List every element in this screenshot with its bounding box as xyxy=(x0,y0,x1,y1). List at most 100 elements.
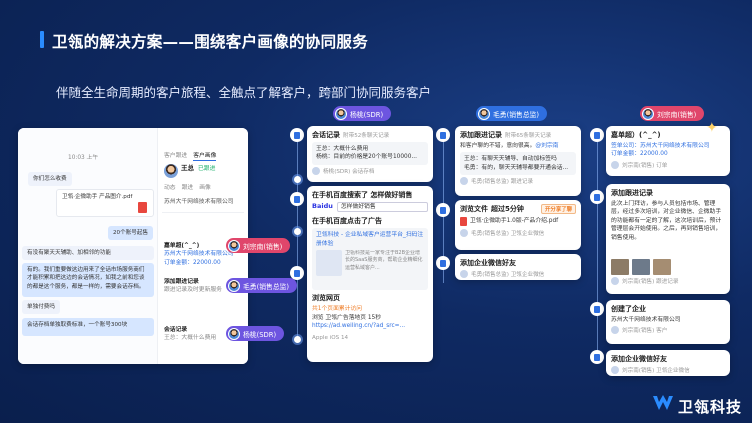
timeline-dot xyxy=(294,176,301,183)
order-icon xyxy=(590,128,604,142)
title-accent-bar xyxy=(40,31,44,48)
chat-msg-pricing[interactable]: 你们怎么收费 xyxy=(28,172,72,187)
card-title: 嘉单超）(^_^) xyxy=(611,131,661,139)
company-name: 苏州大千网络技术有限公司 xyxy=(164,199,234,205)
card-title: 创建了企业 xyxy=(611,305,646,313)
card-add-follow-director[interactable]: 添加跟进记录 附带65条聊天记录 和客户聊的不错，意向很高。@刘宗南 王总：有聊天… xyxy=(455,126,581,196)
company-name: 苏州大千网络技术有限公司 xyxy=(611,317,681,323)
confetti-icon: ✦ xyxy=(706,120,718,136)
chat-preview-line: 杨桃：目前的价格是20个账号10000... xyxy=(316,154,417,161)
card-meta: 附带65条聊天记录 xyxy=(505,133,552,139)
chat-msg-answer[interactable]: 有的。我们重要做这边用来了全话市场服务商们才能积累和把这边的会话情况，如我之前和… xyxy=(22,263,154,297)
profile-divider xyxy=(162,212,244,213)
card-subtitle: 浏览网页 xyxy=(312,294,340,303)
chat-msg-accounts[interactable]: 20个账号起售 xyxy=(108,226,154,241)
avatar xyxy=(460,270,468,278)
card-title: 添加跟进记录 xyxy=(611,189,653,197)
avatar xyxy=(611,366,619,374)
avatar xyxy=(460,177,468,186)
avatar xyxy=(460,229,468,237)
avatar-icon xyxy=(228,279,240,292)
card-view-file[interactable]: 浏览文件 超过5分钟 开分享了聊 卫瓴·企微助手1.0版-产品介绍.pdf 毛勇(销… xyxy=(455,200,581,250)
avatar xyxy=(611,277,619,285)
avatar-icon xyxy=(228,239,240,252)
avatar-icon xyxy=(478,107,490,120)
timeline-dot xyxy=(294,228,301,235)
profile-subtabs: 动态 跟进 画像 xyxy=(164,184,211,192)
chat-msg-fee-answer[interactable]: 会话存档单独取费标准，一个账号300块 xyxy=(22,318,154,336)
card-footer: 杨桃(SDR) 会话存档 xyxy=(323,168,375,175)
avatar xyxy=(611,160,619,169)
chat-preview: 王总：有聊天天辅导、自动加标签吗 毛勇：有的，聊天天辅导都要开通会话... xyxy=(460,152,576,176)
card-add-wechat-director[interactable]: 添加企业微信好友 毛勇(销售总监) 卫瓴企业微信 xyxy=(455,254,581,280)
order-amount: 订单金额：22000.00 xyxy=(611,151,668,158)
note-icon xyxy=(590,190,604,204)
pill-label: 杨桃(SDR) xyxy=(243,330,277,339)
photo-row xyxy=(611,259,725,275)
tab-follow[interactable]: 客户跟进 xyxy=(164,152,187,161)
chat-msg-feature-question[interactable]: 有没有聚天天辅助、加相邻的功能 xyxy=(22,246,154,261)
card-add-follow-sales[interactable]: 添加跟进记录 此次上门拜访，参与人员包括市场、管理层，经过多次培训，对企业微信、… xyxy=(606,184,730,294)
follow-text: 和客户聊的不错，意向很高。 xyxy=(460,143,536,149)
chat-msg-file[interactable]: 卫瓴·企微助手 产品图介.pdf xyxy=(56,189,154,217)
subtab-activity[interactable]: 动态 xyxy=(164,184,176,192)
pill-label: 刘宗南(销售) xyxy=(657,110,697,119)
pdf-icon xyxy=(138,202,147,213)
subtab-portrait[interactable]: 画像 xyxy=(199,184,211,192)
pill-yangtao-header: 杨桃(SDR) xyxy=(333,106,392,121)
card-create-company[interactable]: 创建了企业 苏州大千网络技术有限公司 刘宗南(销售) 客户 xyxy=(606,300,730,344)
avatar-icon xyxy=(642,107,654,120)
pill-liuzongnan-header: 刘宗南(销售) xyxy=(640,106,705,121)
page-visit: 浏览 卫瓴广告落地页 15秒 xyxy=(312,314,382,321)
pill-label: 毛勇(销售总监) xyxy=(243,282,290,291)
file-row[interactable]: 卫瓴·企微助手1.0版-产品介绍.pdf xyxy=(460,217,576,226)
card-subtitle: 在手机百度点击了广告 xyxy=(312,217,382,226)
card-title: 添加企业微信好友 xyxy=(460,259,516,267)
pill-label: 刘宗南(销售) xyxy=(243,242,283,251)
subtab-follow[interactable]: 跟进 xyxy=(182,184,194,192)
card-add-wechat-sales[interactable]: 添加企业微信好友 刘宗南(销售) 卫瓴企业微信 xyxy=(606,350,730,376)
brand-name: 卫瓴科技 xyxy=(678,398,743,416)
photo[interactable] xyxy=(611,259,629,275)
chat-preview-line: 毛勇：有的，聊天天辅导都要开通会话... xyxy=(464,164,569,171)
contact-tag: 已跟进 xyxy=(198,166,216,172)
pill-label: 杨桃(SDR) xyxy=(350,110,384,119)
chat-preview-line: 王总：有聊天天辅导、自动加标签吗 xyxy=(464,156,557,163)
avatar xyxy=(312,166,320,175)
chat-icon xyxy=(290,128,304,142)
timeline-line-sdr xyxy=(297,133,298,338)
mention[interactable]: @刘宗南 xyxy=(535,143,558,149)
card-title: 添加跟进记录 xyxy=(460,131,502,139)
pill-yangtao-left: 杨桃(SDR) xyxy=(226,326,285,341)
avatar xyxy=(164,164,178,178)
search-icon xyxy=(290,192,304,206)
chat-msg-separate-fee[interactable]: 单独付费吗 xyxy=(22,300,60,315)
search-query: 怎样做好销售 xyxy=(336,202,428,213)
wechat-icon xyxy=(436,256,450,270)
card-footer: 刘宗南(销售) 跟进记录 xyxy=(622,279,679,285)
baidu-logo: Baidu xyxy=(312,202,333,211)
avatar xyxy=(611,326,619,335)
card-footer: Apple iOS 14 xyxy=(312,334,349,341)
tab-profile[interactable]: 客户画像 xyxy=(193,152,217,162)
wechat-icon xyxy=(590,350,604,364)
ad-title: 卫瓴科技 - 企业私域客户运营平台_扫码注册体验 xyxy=(316,232,424,247)
page-link[interactable]: https://ad.weiling.cn/?ad_src=... xyxy=(312,322,428,330)
timeline-dot xyxy=(294,336,301,343)
ad-icon xyxy=(290,266,304,280)
photo[interactable] xyxy=(632,259,650,275)
card-footer: 毛勇(销售总监) 卫瓴企业微信 xyxy=(471,272,545,278)
timeline-line-sales xyxy=(597,133,598,358)
chat-pane: 10:03 上午 你们怎么收费 卫瓴·企微助手 产品图介.pdf 20个账号起售… xyxy=(18,128,158,364)
photo[interactable] xyxy=(653,259,671,275)
company-icon xyxy=(590,302,604,316)
ad-thumbnail xyxy=(316,250,342,277)
brand-logo-icon xyxy=(653,395,673,410)
card-chat-record[interactable]: 会话记录 附带52条聊天记录 王总：大概什么费用 杨桃：目前的价格是20个账号10… xyxy=(307,126,433,182)
card-title: 添加企业微信好友 xyxy=(611,355,667,363)
crm-chat-panel: 10:03 上午 你们怎么收费 卫瓴·企微助手 产品图介.pdf 20个账号起售… xyxy=(18,128,248,364)
share-tag: 开分享了聊 xyxy=(541,204,576,214)
card-search-ad[interactable]: 在手机百度搜索了 怎样做好销售 Baidu 怎样做好销售 在手机百度点击了广告 … xyxy=(307,186,433,362)
note-icon xyxy=(436,128,450,142)
file-icon xyxy=(436,203,450,217)
